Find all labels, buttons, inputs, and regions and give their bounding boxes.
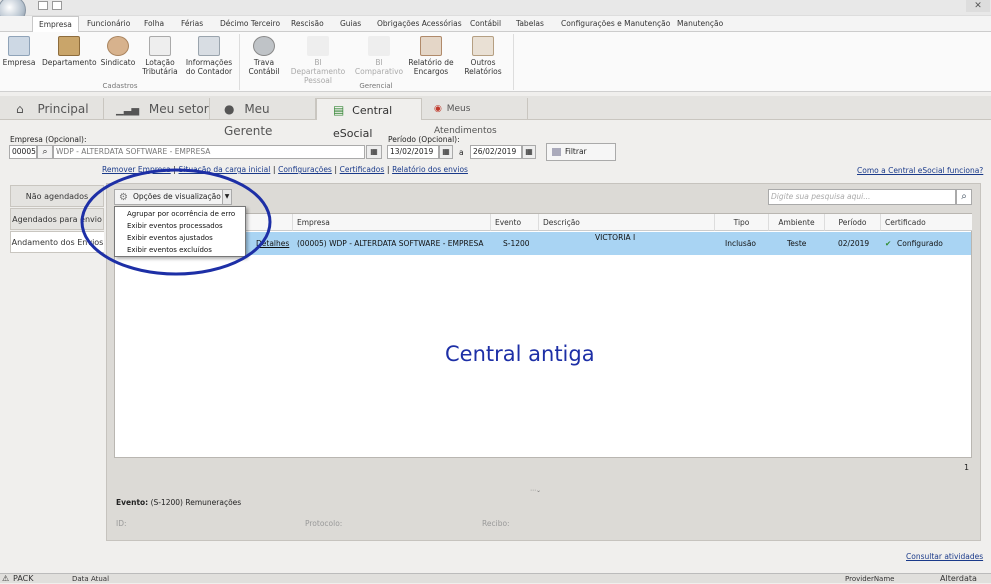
tab-meu-setor[interactable]: ▁▃▅ Meu setor <box>106 98 210 120</box>
empresa-code-field[interactable]: 00005 <box>9 145 37 159</box>
relatorio-encargos-button[interactable]: Relatório de Encargos <box>408 36 454 76</box>
configuracoes-link[interactable]: Configurações <box>278 165 332 174</box>
reports-icon <box>472 36 494 56</box>
close-window-icon[interactable]: ✕ <box>966 0 990 12</box>
periodo-label: Período (Opcional): <box>388 135 460 144</box>
empresa-label: Empresa (Opcional): <box>10 135 87 144</box>
person-icon: ● <box>224 102 235 116</box>
group-label-gerencial: Gerencial <box>359 82 393 90</box>
quick-access-icon[interactable] <box>52 1 62 10</box>
calendar-icon[interactable]: ▦ <box>366 145 382 159</box>
protocolo-label: Protocolo: <box>305 519 343 528</box>
help-link[interactable]: Como a Central eSocial funciona? <box>857 166 983 175</box>
splitter-handle[interactable]: ⋯⌄ <box>530 487 541 494</box>
consultar-atividades-link[interactable]: Consultar atividades <box>906 552 983 561</box>
chart-icon: ▁▃▅ <box>116 105 140 116</box>
informacoes-contador-button[interactable]: Informações do Contador <box>184 36 234 76</box>
row-ambiente: Teste <box>787 239 807 248</box>
document-icon <box>149 36 171 56</box>
outros-relatorios-button[interactable]: Outros Relatórios <box>458 36 508 76</box>
tab-contabil[interactable]: Contábil <box>470 18 501 32</box>
sindicato-button[interactable]: Sindicato <box>100 36 136 67</box>
ribbon-tab-bar: Empresa Funcionário Folha Férias Décimo … <box>0 16 991 32</box>
row-periodo: 02/2019 <box>838 239 870 248</box>
chart-icon <box>368 36 390 56</box>
caduceus-icon <box>198 36 220 56</box>
filter-button[interactable]: Filtrar <box>546 143 616 161</box>
filter-icon <box>552 148 561 156</box>
tab-meus-atendimentos[interactable]: ◉ Meus Atendimentos <box>424 98 528 136</box>
departamento-button[interactable]: Departamento <box>42 36 97 67</box>
trava-contabil-button[interactable]: Trava Contábil <box>244 36 284 76</box>
bi-departamento-button[interactable]: BI Departamento Pessoal <box>288 36 348 85</box>
date-from-field[interactable]: 13/02/2019 <box>387 145 439 159</box>
status-bar: ⚠ PACK Data Atual ProviderName Alterdata <box>0 573 991 583</box>
id-label: ID: <box>116 519 127 528</box>
check-icon: ✔ <box>885 239 892 248</box>
event-details: Evento: (S-1200) Remunerações <box>116 498 242 507</box>
workspace-tab-bar: ⌂ Principal ▁▃▅ Meu setor ● Meu Gerente … <box>0 96 991 140</box>
row-evento: S-1200 <box>503 239 530 248</box>
search-input[interactable]: Digite sua pesquisa aqui... <box>768 189 956 205</box>
tab-guias[interactable]: Guias <box>340 18 361 32</box>
row-empresa: (00005) WDP - ALTERDATA SOFTWARE - EMPRE… <box>297 239 484 248</box>
company-icon <box>8 36 30 56</box>
tab-meu-gerente[interactable]: ● Meu Gerente <box>212 98 316 138</box>
tab-empresa[interactable]: Empresa <box>32 16 79 32</box>
tab-central-esocial[interactable]: ▤ Central eSocial <box>316 98 422 140</box>
bi-comparativo-button[interactable]: BI Comparativo <box>354 36 404 76</box>
group-label-cadastros: Cadastros <box>102 82 138 90</box>
ribbon: Empresa Departamento Sindicato Lotação T… <box>0 32 991 92</box>
chart-icon <box>307 36 329 56</box>
tab-funcionario[interactable]: Funcionário <box>87 18 130 32</box>
tab-decimo-terceiro[interactable]: Décimo Terceiro <box>220 18 280 32</box>
empresa-name-field[interactable]: WDP - ALTERDATA SOFTWARE - EMPRESA <box>53 145 365 159</box>
home-icon: ⌂ <box>16 102 24 116</box>
row-tipo: Inclusão <box>725 239 757 248</box>
relatorio-envios-link[interactable]: Relatório dos envios <box>392 165 468 174</box>
tab-configuracoes[interactable]: Configurações e Manutenção <box>561 18 670 32</box>
column-header-evento[interactable]: Evento <box>491 214 539 231</box>
lifebuoy-icon: ◉ <box>434 104 442 114</box>
column-header-periodo[interactable]: Período <box>825 214 881 231</box>
column-header-tipo[interactable]: Tipo <box>715 214 769 231</box>
column-header-certificado[interactable]: Certificado <box>881 214 972 231</box>
annotation-circle <box>80 168 272 276</box>
watermark-text: Central antiga <box>445 342 595 366</box>
tab-manutencao[interactable]: Manutenção <box>677 18 723 32</box>
page-number: 1 <box>964 463 970 472</box>
tab-ferias[interactable]: Férias <box>181 18 203 32</box>
title-bar <box>0 0 991 16</box>
ribbon-separator <box>513 34 514 90</box>
report-money-icon <box>420 36 442 56</box>
lotacao-tributaria-button[interactable]: Lotação Tributária <box>140 36 180 76</box>
tab-principal[interactable]: ⌂ Principal <box>8 98 104 120</box>
date-to-field[interactable]: 26/02/2019 <box>470 145 522 159</box>
certificados-link[interactable]: Certificados <box>340 165 385 174</box>
document-icon: ▤ <box>333 103 345 117</box>
tab-tabelas[interactable]: Tabelas <box>516 18 544 32</box>
search-icon[interactable]: ⌕ <box>956 189 972 205</box>
search-icon[interactable]: ⌕ <box>37 145 53 159</box>
lock-icon <box>253 36 275 56</box>
tab-obrigacoes[interactable]: Obrigações Acessórias <box>377 18 462 32</box>
quick-access-icon[interactable] <box>38 1 48 10</box>
empresa-button[interactable]: Empresa <box>2 36 36 67</box>
date-separator: a <box>459 148 464 157</box>
row-certificado: Configurado <box>897 239 943 248</box>
people-icon <box>107 36 129 56</box>
column-header-ambiente[interactable]: Ambiente <box>769 214 825 231</box>
calendar-icon[interactable]: ▦ <box>522 145 536 159</box>
tab-rescisao[interactable]: Rescisão <box>291 18 324 32</box>
tab-folha[interactable]: Folha <box>144 18 164 32</box>
calendar-icon[interactable]: ▦ <box>439 145 453 159</box>
column-header-empresa[interactable]: Empresa <box>293 214 491 231</box>
recibo-label: Recibo: <box>482 519 510 528</box>
row-descricao: VICTORIA I <box>595 233 636 242</box>
desk-icon <box>58 36 80 56</box>
